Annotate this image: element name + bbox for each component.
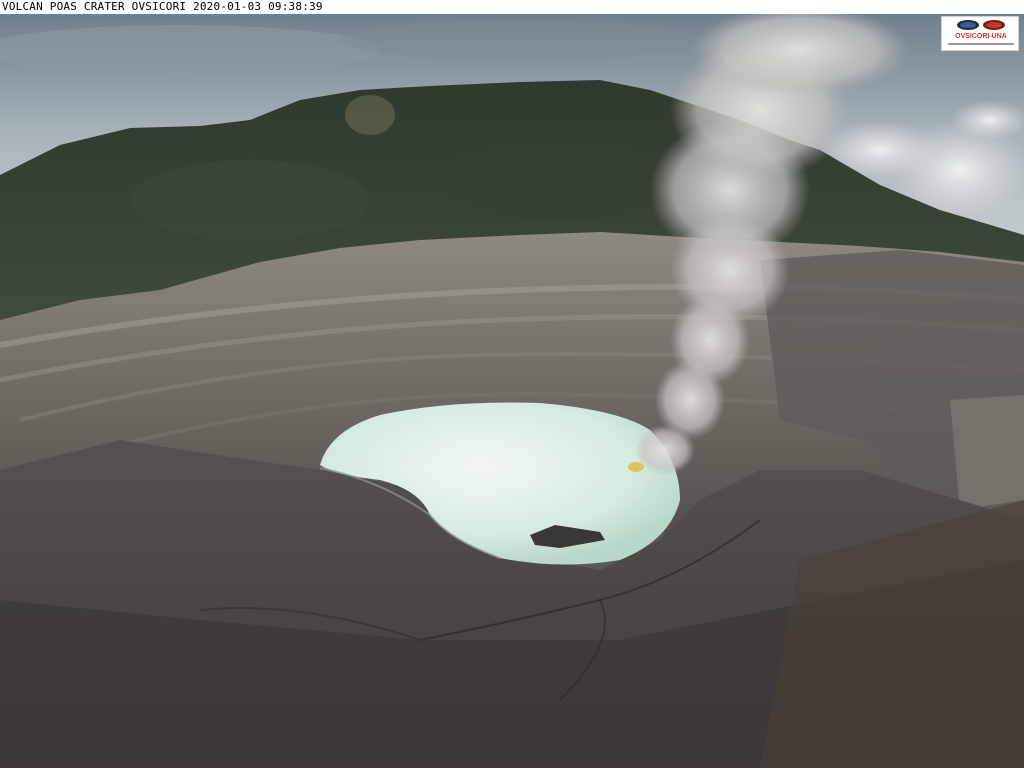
webcam-frame: VOLCAN POAS CRATER OVSICORI 2020-01-03 0… bbox=[0, 0, 1024, 768]
crater-scene-image bbox=[0, 5, 1024, 768]
camera-caption-label: VOLCAN POAS CRATER OVSICORI 2020-01-03 0… bbox=[2, 0, 323, 13]
logo-label: OVSICORI-UNA bbox=[955, 33, 1007, 40]
ovsicori-logo-icon: OVSICORI-UNA bbox=[948, 20, 1014, 45]
ovsicori-logo: OVSICORI-UNA bbox=[941, 16, 1019, 51]
caption-bar: VOLCAN POAS CRATER OVSICORI 2020-01-03 0… bbox=[0, 0, 1024, 14]
